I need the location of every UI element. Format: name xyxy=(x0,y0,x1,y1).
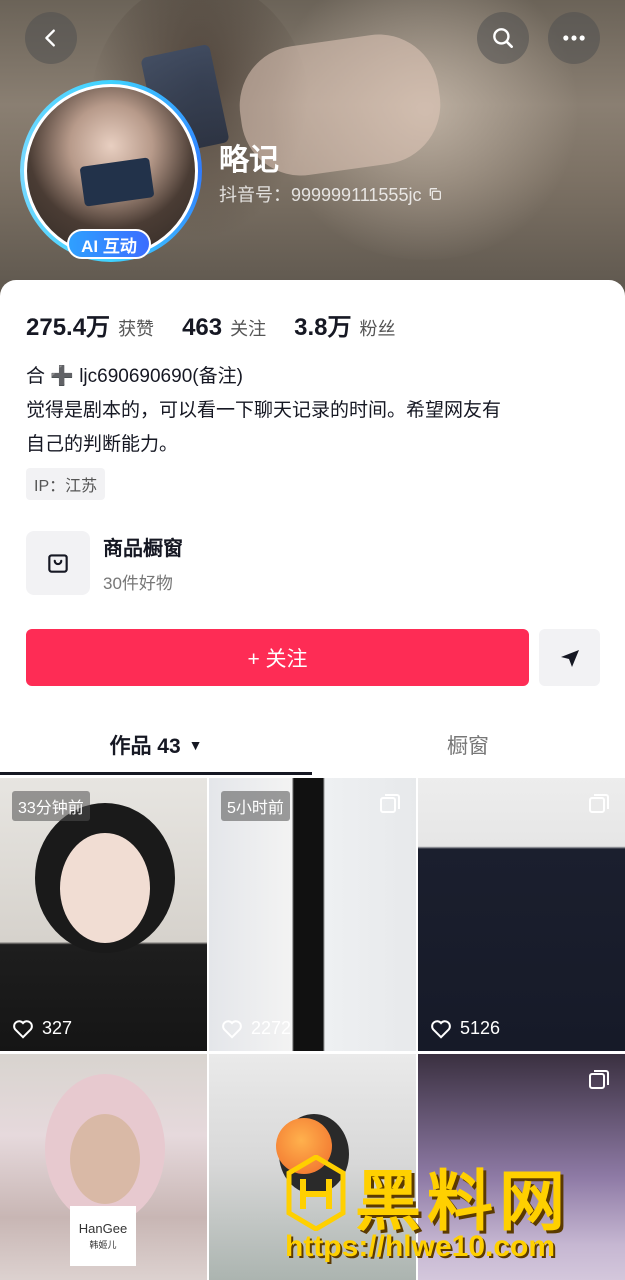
stat-likes-count: 275.4万 xyxy=(26,314,111,341)
tab-works[interactable]: 作品 43 ▼ xyxy=(0,715,312,775)
stat-following[interactable]: 463 关注 xyxy=(182,314,266,342)
stat-likes-label: 获赞 xyxy=(118,319,155,339)
shop-showcase-entry[interactable]: 商品橱窗 30件好物 xyxy=(26,531,183,595)
ip-location-tag: IP：江苏 xyxy=(26,468,106,500)
shopping-bag-icon xyxy=(26,531,90,595)
shop-subtitle: 30件好物 xyxy=(103,574,173,593)
video-likes: 5126 xyxy=(430,1018,500,1039)
stat-followers[interactable]: 3.8万 粉丝 xyxy=(294,307,395,342)
video-time-badge: 5小时前 xyxy=(221,791,290,821)
video-thumbnail[interactable]: 33分钟前 327 xyxy=(0,778,207,1051)
follow-button[interactable]: + 关注 xyxy=(26,629,529,686)
send-icon xyxy=(560,649,579,667)
watermark-logo-icon xyxy=(286,1155,346,1231)
video-likes-count: 2272 xyxy=(251,1018,292,1038)
tab-showcase-label: 橱窗 xyxy=(447,735,489,758)
search-button[interactable] xyxy=(477,12,529,64)
share-button[interactable] xyxy=(539,629,600,686)
thumbnail-face xyxy=(60,833,150,943)
video-thumbnail[interactable]: 5小时前 2272 xyxy=(209,778,416,1051)
stat-followers-count: 3.8万 xyxy=(294,314,352,341)
shop-text: 商品橱窗 30件好物 xyxy=(103,532,183,594)
chevron-down-icon: ▼ xyxy=(188,737,203,753)
douyin-id[interactable]: 抖音号：999999111555jc xyxy=(219,181,443,207)
bio-line-statement-cont: 自己的判断能力。 xyxy=(26,434,179,455)
multi-image-icon xyxy=(589,794,609,813)
multi-image-icon xyxy=(589,1070,609,1089)
stat-following-count: 463 xyxy=(182,314,223,341)
back-arrow-icon xyxy=(45,29,55,47)
video-time-badge: 33分钟前 xyxy=(12,791,90,821)
profile-stats: 275.4万 获赞 463 关注 3.8万 粉丝 xyxy=(26,307,423,342)
ai-interaction-badge[interactable]: AI 互动 xyxy=(67,229,151,259)
more-button[interactable] xyxy=(548,12,600,64)
video-likes-count: 327 xyxy=(42,1018,73,1038)
stat-followers-label: 粉丝 xyxy=(359,319,396,339)
profile-bio: 合 ➕ ljc690690690(备注) 觉得是剧本的，可以看一下聊天记录的时间… xyxy=(26,360,596,462)
more-icon xyxy=(563,35,585,41)
video-thumbnail[interactable]: 5126 xyxy=(418,778,625,1051)
hangee-logo: HanGee 韩姬儿 xyxy=(70,1206,136,1266)
shop-title: 商品橱窗 xyxy=(103,538,183,560)
hangee-sub: 韩姬儿 xyxy=(89,1240,117,1250)
heart-icon xyxy=(222,1019,242,1039)
thumbnail-face xyxy=(70,1114,140,1204)
tab-showcase[interactable]: 橱窗 xyxy=(312,715,624,775)
avatar-card xyxy=(79,157,155,207)
search-icon xyxy=(493,28,513,48)
video-likes: 327 xyxy=(12,1018,72,1039)
douyin-id-text: 抖音号：999999111555jc xyxy=(219,185,422,205)
watermark-url: https://hlwe10.com xyxy=(285,1230,556,1263)
stat-likes[interactable]: 275.4万 获赞 xyxy=(26,307,154,342)
copy-icon[interactable] xyxy=(427,186,443,202)
bio-line-statement: 觉得是剧本的，可以看一下聊天记录的时间。希望网友有 xyxy=(26,400,502,421)
video-likes: 2272 xyxy=(221,1018,291,1039)
stat-following-label: 关注 xyxy=(230,319,267,339)
profile-tabs: 作品 43 ▼ 橱窗 xyxy=(0,715,625,775)
hangee-brand: HanGee xyxy=(78,1221,128,1236)
tab-works-label: 作品 43 xyxy=(109,735,181,758)
video-likes-count: 5126 xyxy=(460,1018,501,1038)
tab-active-indicator xyxy=(0,772,312,775)
heart-icon xyxy=(13,1019,33,1039)
heart-icon xyxy=(431,1019,451,1039)
bio-line-contact: 合 ➕ ljc690690690(备注) xyxy=(26,366,243,387)
back-button[interactable] xyxy=(25,12,77,64)
profile-nickname: 略记 xyxy=(219,144,279,177)
multi-image-icon xyxy=(380,794,400,813)
